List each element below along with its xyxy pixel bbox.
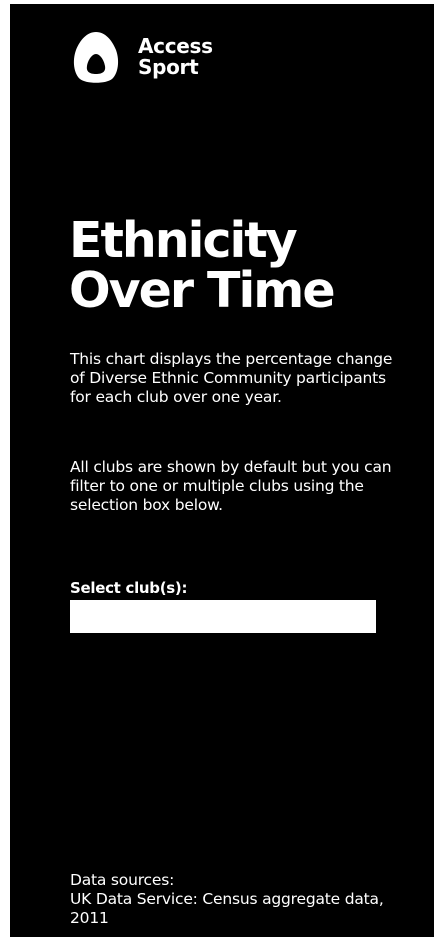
filter-instructions: All clubs are shown by default but you c… [70, 458, 392, 514]
data-sources: Data sources: UK Data Service: Census ag… [70, 871, 390, 928]
brand-logo: Access Sport [72, 30, 213, 84]
data-sources-heading: Data sources: [70, 871, 175, 889]
page-title-line1: Ethnicity [69, 212, 298, 269]
page-title-line2: Over Time [69, 262, 336, 319]
page-title: Ethnicity Over Time [69, 212, 336, 319]
brand-name-line1: Access [138, 34, 213, 58]
chart-description: This chart displays the percentage chang… [70, 350, 393, 406]
sidebar-panel: Access Sport Ethnicity Over Time This ch… [10, 4, 434, 937]
select-clubs-label: Select club(s): [70, 579, 188, 597]
brand-name-line2: Sport [138, 55, 199, 79]
club-select-input[interactable] [70, 600, 376, 633]
data-source-item: UK Data Service: Census aggregate data, … [70, 890, 384, 927]
access-sport-logo-icon [73, 32, 119, 83]
brand-name: Access Sport [138, 36, 213, 78]
